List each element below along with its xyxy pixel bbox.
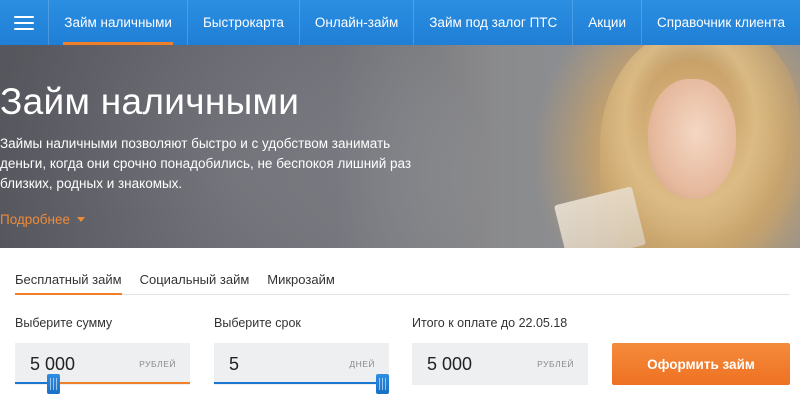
term-value: 5 — [229, 353, 240, 374]
total-value: 5 000 — [427, 353, 473, 374]
top-nav: Займ наличными Быстрокарта Онлайн-займ З… — [0, 0, 800, 45]
amount-unit: рублей — [139, 359, 176, 369]
nav-item-promotions[interactable]: Акции — [573, 0, 643, 45]
term-label: Выберите срок — [214, 316, 301, 330]
nav-item-client-guide[interactable]: Справочник клиента — [642, 0, 800, 45]
nav-item-online-loan[interactable]: Онлайн-займ — [300, 0, 415, 45]
term-unit: дней — [349, 359, 375, 369]
amount-field[interactable]: 5 000 рублей — [15, 343, 190, 385]
total-unit: рублей — [537, 359, 574, 369]
nav-item-pts-loan[interactable]: Займ под залог ПТС — [414, 0, 574, 45]
hero-banner: Займ наличными Займы наличными позволяют… — [0, 45, 800, 248]
amount-label: Выберите сумму — [15, 316, 113, 330]
tab-free-loan[interactable]: Бесплатный займ — [15, 263, 122, 295]
term-field[interactable]: 5 дней — [214, 343, 389, 385]
loan-type-tabs: Бесплатный займ Социальный займ Микрозай… — [15, 263, 790, 295]
more-link[interactable]: Подробнее — [0, 212, 86, 227]
hero-photo-face — [648, 79, 736, 199]
tab-microloan[interactable]: Микрозайм — [267, 263, 334, 294]
hamburger-icon[interactable] — [0, 0, 50, 45]
more-link-label: Подробнее — [0, 212, 71, 227]
amount-slider-handle[interactable] — [47, 374, 60, 394]
hero-photo-shopping-bag — [553, 186, 647, 248]
term-slider-handle[interactable] — [376, 374, 389, 394]
submit-loan-button[interactable]: Оформить займ — [612, 343, 790, 385]
term-slider-fill — [214, 382, 383, 384]
nav-item-cash-loan[interactable]: Займ наличными — [49, 0, 188, 45]
hero-title: Займ наличными — [0, 81, 300, 122]
amount-value: 5 000 — [30, 353, 76, 374]
total-field: 5 000 рублей — [412, 343, 588, 385]
nav-item-bystrokarta[interactable]: Быстрокарта — [188, 0, 300, 45]
tab-social-loan[interactable]: Социальный займ — [140, 263, 250, 294]
total-label: Итого к оплате до 22.05.18 — [412, 316, 568, 330]
amount-slider-track[interactable] — [53, 382, 190, 384]
hero-description: Займы наличными позволяют быстро и с удо… — [0, 136, 412, 191]
caret-down-icon — [77, 217, 86, 222]
